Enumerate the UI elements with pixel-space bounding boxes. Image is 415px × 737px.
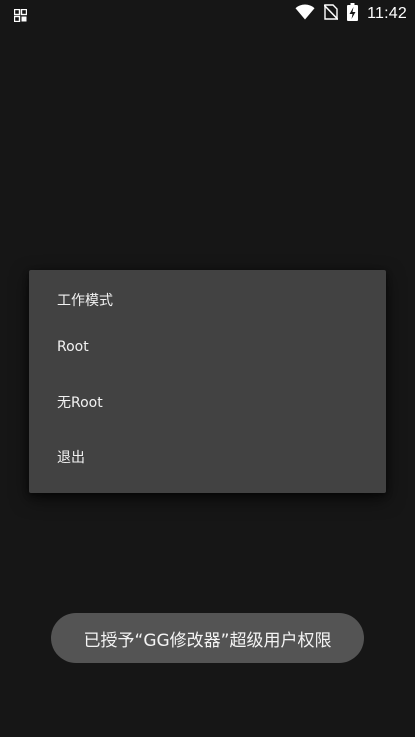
- dialog-item-no-root[interactable]: 无Root: [29, 377, 386, 427]
- toast-text: 已授予“GG修改器”超级用户权限: [83, 630, 332, 651]
- dialog-item-label: Root: [57, 339, 89, 355]
- dialog-title: 工作模式: [57, 293, 113, 309]
- battery-charging-icon: [347, 3, 359, 25]
- dialog-item-root[interactable]: Root: [29, 322, 386, 372]
- work-mode-dialog: 工作模式 Root 无Root 退出: [29, 270, 386, 493]
- app-grid-icon: [13, 7, 28, 23]
- status-icons: 11:42: [295, 3, 407, 25]
- toast-message: 已授予“GG修改器”超级用户权限: [51, 613, 364, 663]
- wifi-icon: [295, 4, 315, 24]
- no-sim-icon: [323, 4, 339, 24]
- dialog-item-label: 无Root: [57, 395, 103, 411]
- dialog-item-label: 退出: [57, 450, 85, 466]
- dialog-item-exit[interactable]: 退出: [29, 432, 386, 482]
- status-time: 11:42: [367, 5, 407, 22]
- status-bar: 11:42: [0, 0, 415, 28]
